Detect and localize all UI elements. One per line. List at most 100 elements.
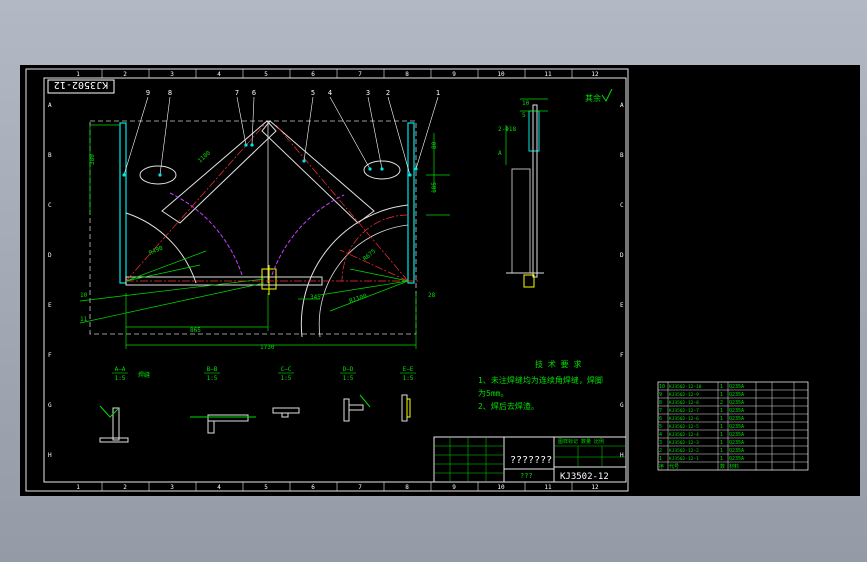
balloon-leader [387, 96, 411, 176]
balloon-number: 5 [311, 89, 315, 97]
zone-col-bottom: 9 [452, 484, 456, 491]
bom-cell-code: KJ3502-12-4 [669, 432, 699, 438]
zone-col-bottom: 8 [405, 484, 409, 491]
dimension-texts: 1730 865 380 80 185 1100 345 28 10 11 R4… [80, 141, 438, 351]
section-scale: 1:5 [343, 375, 354, 382]
bom-cell-code: KJ3502-12-5 [669, 424, 699, 430]
bom-header-code: 代号 [669, 463, 679, 470]
center-lines [125, 124, 420, 282]
zone-col-top: 10 [497, 71, 505, 78]
balloon-dot [250, 143, 254, 147]
zone-row-right: A [620, 102, 624, 109]
cad-viewport[interactable]: 1 1 2 2 3 3 4 4 5 5 6 6 7 7 8 8 9 9 10 10 11 11 12 12 AABBCCDDE… [20, 65, 860, 496]
balloon-dot [368, 167, 372, 171]
dim-r675: R675 [362, 248, 378, 263]
svg-text:2-Φ18: 2-Φ18 [498, 126, 516, 133]
tech-req-line1: 1、未注焊缝均为连续角焊缝，焊脚 [478, 375, 603, 385]
bom-cell-no: 3 [659, 440, 662, 446]
bom-cell-qty: 1 [720, 440, 723, 446]
zone-col-bottom: 11 [544, 484, 552, 491]
zone-col-bottom: 3 [170, 484, 174, 491]
zone-row-left: C [48, 202, 52, 209]
bom-cell-qty: 1 [720, 384, 723, 390]
bom-cell-qty: 1 [720, 392, 723, 398]
zone-col-top: 1 [76, 71, 80, 78]
balloon-leader [329, 96, 371, 170]
bom-cell-no: 2 [659, 448, 662, 454]
dim-1730: 1730 [260, 344, 275, 351]
balloon-dot [414, 167, 418, 171]
bom-cell-code: KJ3502-12-6 [669, 416, 699, 422]
bom-cell-mat: Q235A [729, 408, 744, 414]
zone-col-top: 6 [311, 71, 315, 78]
balloon-number: 9 [146, 89, 150, 97]
top-drawing-code-box: KJ3502-12 [47, 79, 115, 94]
balloon-leader [123, 96, 149, 176]
zone-row-left: H [48, 452, 52, 459]
zone-col-top: 12 [591, 71, 599, 78]
svg-text:5: 5 [522, 112, 526, 119]
weld-11: 11 [80, 316, 88, 323]
svg-text:10: 10 [522, 100, 530, 107]
balloon-number: 2 [386, 89, 390, 97]
sheet-border [25, 68, 629, 492]
zone-col-bottom: 1 [76, 484, 80, 491]
balloon-dot [380, 167, 384, 171]
balloon-dot [122, 173, 126, 177]
section-views: A—A 1:5 焊缝 B—B 1:5 C—C 1:5 D—D 1:5 E—E 1:5 [112, 366, 416, 382]
svg-text:A: A [498, 150, 502, 157]
dim-380: 380 [89, 154, 96, 165]
weld-10: 10 [80, 292, 88, 299]
title-block-name: ??? [520, 472, 533, 480]
bom-cell-code: KJ3502-12-8 [669, 400, 699, 406]
tech-req-title: 技 术 要 求 [535, 359, 581, 369]
zone-row-left: E [48, 302, 52, 309]
bom-cell-no: 9 [659, 392, 662, 398]
balloon-dot [158, 173, 162, 177]
dim-28: 28 [428, 292, 436, 299]
zone-row-left: B [48, 152, 52, 159]
bom-header-no: 序 [659, 463, 664, 470]
balloon-dot [244, 143, 248, 147]
zone-row-left: F [48, 352, 52, 359]
zone-row-right: E [620, 302, 624, 309]
zone-col-bottom: 2 [123, 484, 127, 491]
zone-row-right: B [620, 152, 624, 159]
bom-cell-qty: 2 [720, 400, 723, 406]
zone-col-bottom: 7 [358, 484, 362, 491]
bom-cell-mat: Q235A [729, 448, 744, 454]
bom-cell-no: 4 [659, 432, 662, 438]
balloon-leader [415, 96, 439, 170]
section-name: A—A [115, 366, 126, 373]
dim-r490: R490 [148, 244, 164, 256]
balloon-leader [303, 96, 314, 162]
surface-mark-text: 其余 [585, 93, 601, 103]
bom-cell-no: 6 [659, 416, 662, 422]
balloon-number: 4 [328, 89, 332, 97]
balloon-leader [159, 96, 171, 176]
title-block-code: KJ3502-12 [560, 472, 609, 482]
zone-row-right: F [620, 352, 624, 359]
balloon-number: 6 [252, 89, 256, 97]
surface-mark: 其余 [585, 88, 613, 103]
bom-cell-mat: Q235A [729, 456, 744, 462]
zone-col-top: 11 [544, 71, 552, 78]
section-name: B—B [207, 366, 218, 373]
section-note: 焊缝 [138, 371, 150, 379]
bom-cell-no: 8 [659, 400, 662, 406]
section-scale: 1:5 [207, 375, 218, 382]
bom-table: 10 KJ3502-12-10 1 Q235A 9 KJ3502-12-9 1 Q235A 8 K… [657, 381, 809, 471]
tech-req-line2: 为5mm。 [478, 388, 508, 398]
section-scale: 1:5 [115, 375, 126, 382]
title-block-header: 图样标记 数量 比例 [558, 438, 604, 445]
balloon-leader [367, 96, 383, 170]
zone-row-right: G [620, 402, 624, 409]
bom-cell-qty: 1 [720, 456, 723, 462]
technical-requirements: 技 术 要 求 1、未注焊缝均为连续角焊缝，焊脚 为5mm。 2、焊后去焊渣。 [478, 359, 603, 411]
bom-cell-no: 1 [659, 456, 662, 462]
balloon-number: 7 [235, 89, 239, 97]
title-block-unit: ??????? [510, 455, 552, 466]
balloon-number: 8 [168, 89, 172, 97]
bom-cell-no: 5 [659, 424, 662, 430]
tech-req-line3: 2、焊后去焊渣。 [478, 401, 539, 411]
